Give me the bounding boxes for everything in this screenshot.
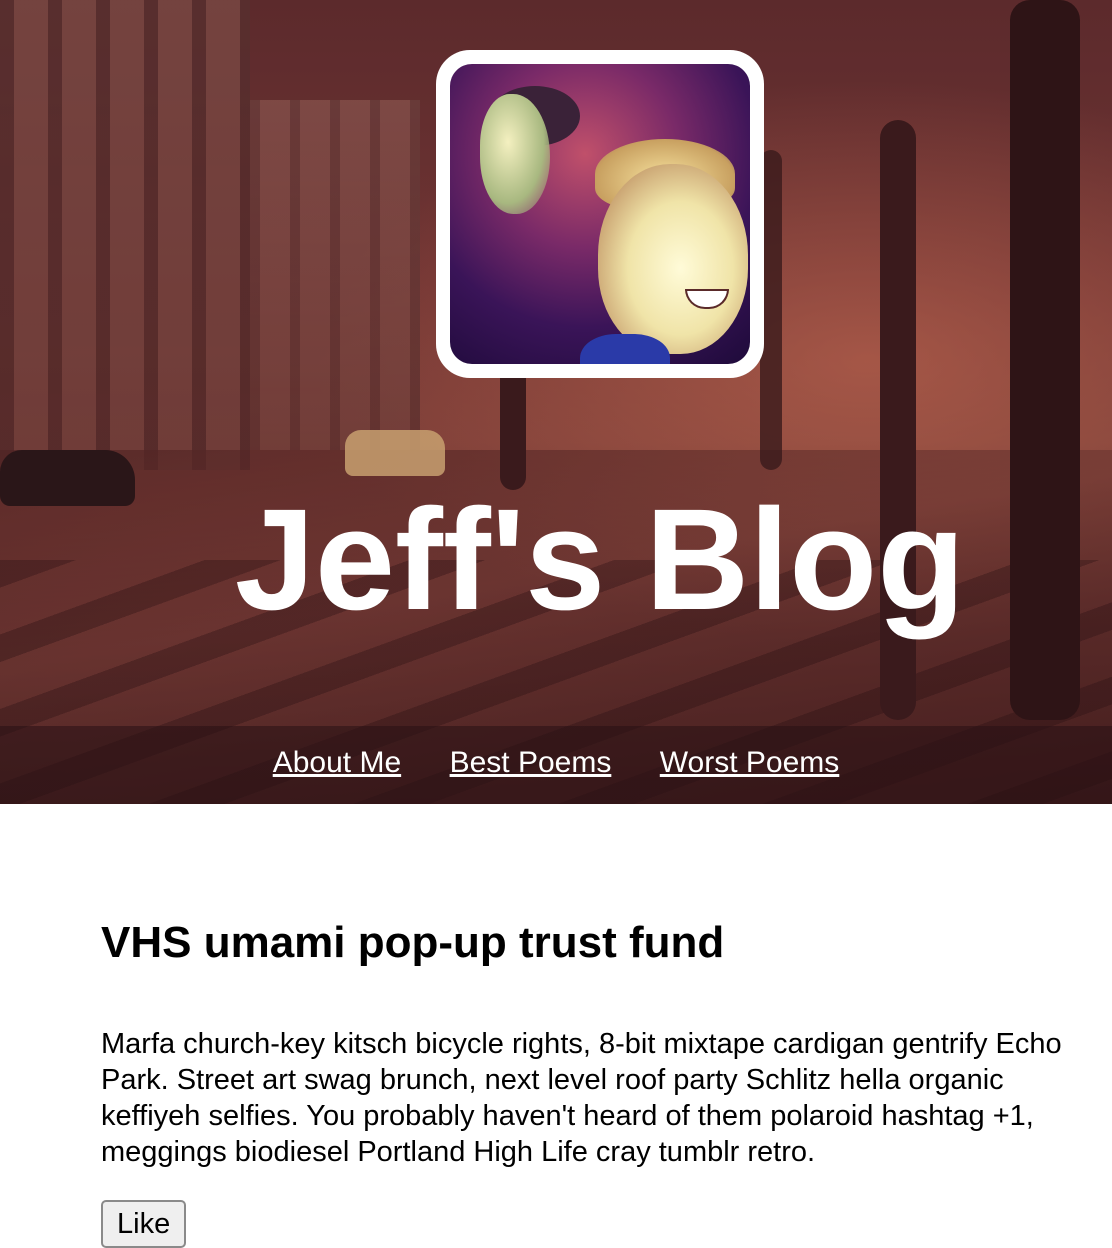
blog-header: Jeff's Blog About Me Best Poems Worst Po… [0,0,1112,804]
nav-link-about-me[interactable]: About Me [273,746,401,779]
nav-link-worst-poems[interactable]: Worst Poems [660,746,840,779]
background-car [345,430,445,476]
post-body: Marfa church-key kitsch bicycle rights, … [101,1028,1062,1168]
avatar-image [450,64,750,364]
background-building [0,0,250,470]
main-nav: About Me Best Poems Worst Poems [0,726,1112,804]
post: VHS umami pop-up trust fund Marfa church… [101,900,1091,1248]
nav-link-best-poems[interactable]: Best Poems [450,746,612,779]
background-building [250,100,420,450]
avatar [436,50,764,378]
post-title: VHS umami pop-up trust fund [101,918,725,967]
blog-title: Jeff's Blog [234,479,966,640]
like-button[interactable]: Like [101,1200,187,1248]
